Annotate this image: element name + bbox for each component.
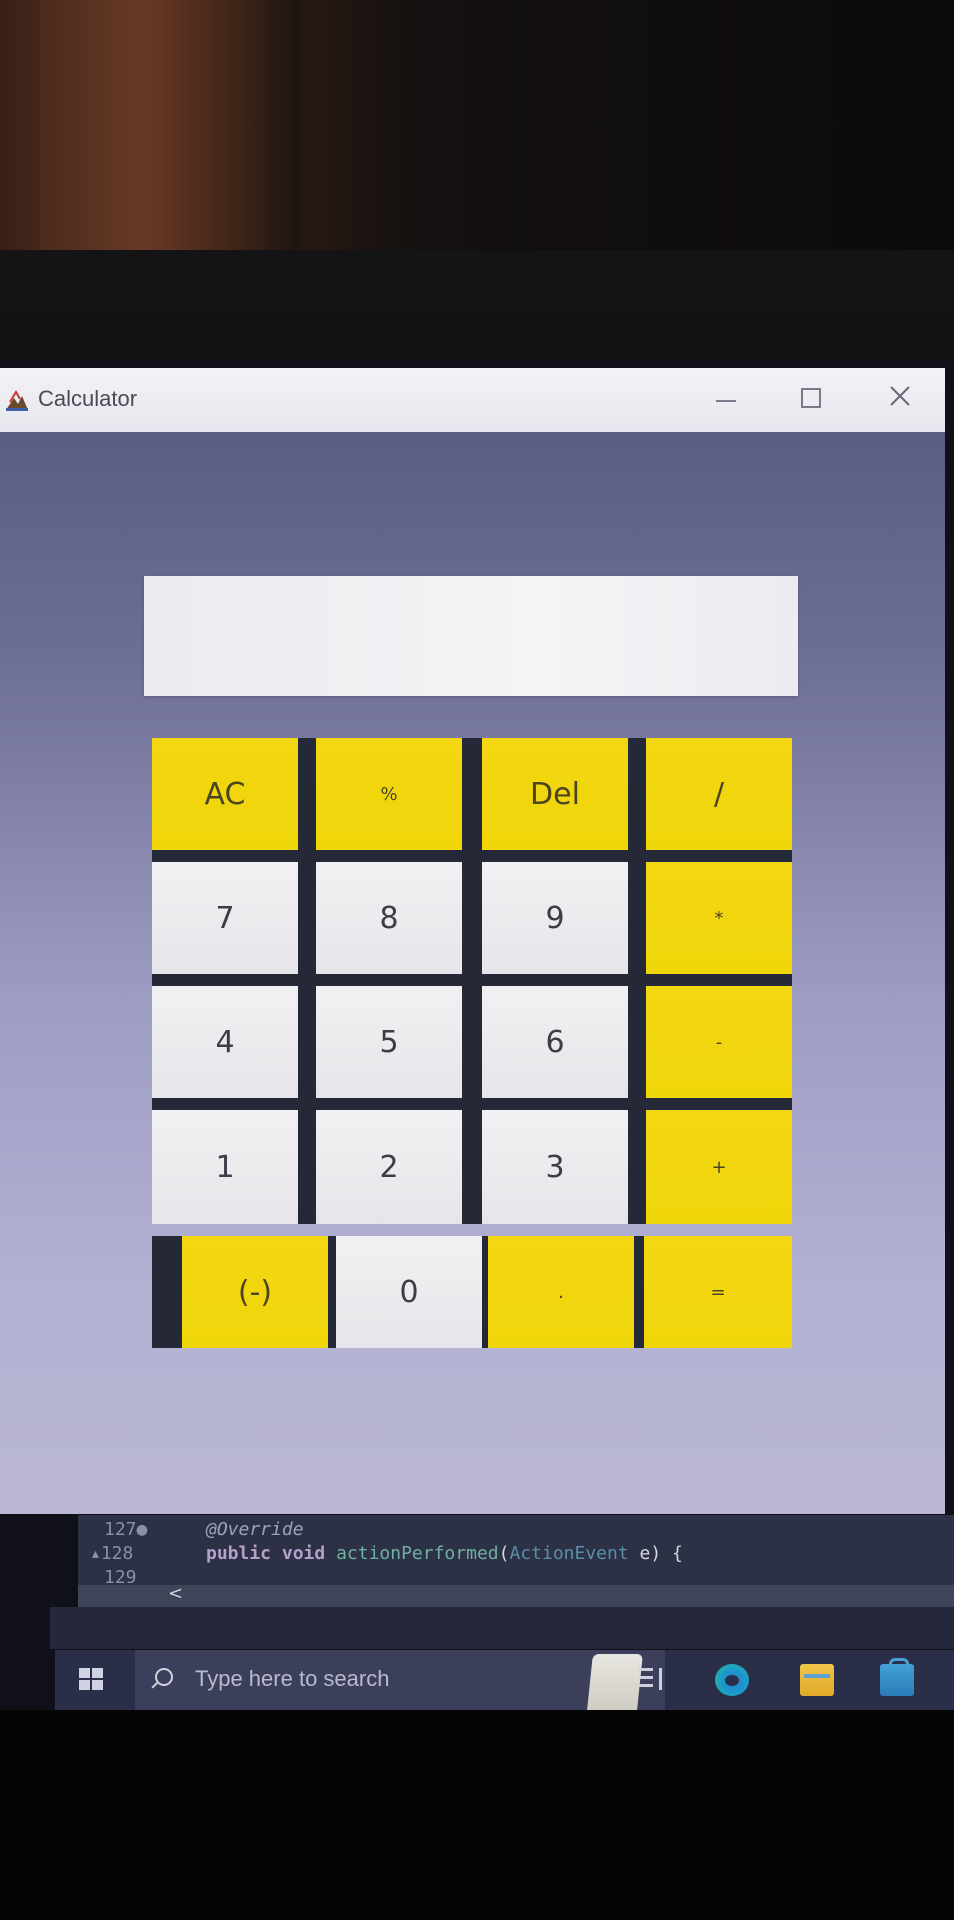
key-divide[interactable]: /: [646, 738, 792, 850]
breakpoint-icon: ●: [136, 1519, 148, 1540]
keypad-bottom-row: (-) 0 . =: [152, 1236, 792, 1348]
code-rest: e) {: [639, 1543, 683, 1564]
close-button[interactable]: [875, 376, 925, 416]
key-7[interactable]: 7: [152, 862, 298, 974]
key-2[interactable]: 2: [316, 1110, 462, 1224]
line-number: 129: [104, 1567, 137, 1583]
key-1[interactable]: 1: [152, 1110, 298, 1224]
search-icon: [155, 1668, 173, 1686]
store-icon[interactable]: [880, 1658, 914, 1696]
window-title: Calculator: [38, 386, 138, 411]
fold-icon: ▴: [90, 1543, 101, 1564]
edge-browser-icon[interactable]: [715, 1664, 749, 1696]
file-explorer-icon[interactable]: [800, 1664, 834, 1696]
search-placeholder: Type here to search: [195, 1666, 390, 1691]
horizontal-scrollbar[interactable]: <: [78, 1583, 954, 1607]
key-equals[interactable]: =: [644, 1236, 792, 1348]
scroll-left-arrow-icon[interactable]: <: [168, 1583, 183, 1604]
key-ac[interactable]: AC: [152, 738, 298, 850]
calculator-window: Calculator AC % Del / 7 8 9 * 4 5 6 - 1 …: [0, 368, 945, 1514]
key-3[interactable]: 3: [482, 1110, 628, 1224]
java-app-icon: [6, 390, 28, 411]
key-6[interactable]: 6: [482, 986, 628, 1098]
code-param-type: ActionEvent: [509, 1543, 629, 1564]
taskbar-search[interactable]: Type here to search: [135, 1650, 665, 1710]
line-number: 127: [104, 1519, 137, 1540]
code-method-signature: public void actionPerformed(ActionEvent …: [206, 1543, 683, 1564]
key-4[interactable]: 4: [152, 986, 298, 1098]
code-method-name: actionPerformed: [336, 1543, 499, 1564]
key-5[interactable]: 5: [316, 986, 462, 1098]
taskbar: Type here to search: [55, 1650, 954, 1710]
line-number: 128: [100, 1543, 134, 1564]
code-keyword: public void: [206, 1543, 326, 1564]
close-icon: [890, 386, 910, 406]
key-multiply[interactable]: *: [646, 862, 792, 974]
code-editor: 127● @Override ▴128 public void actionPe…: [78, 1515, 954, 1607]
background-curtain: [40, 0, 300, 260]
background-room: [0, 0, 954, 270]
key-0[interactable]: 0: [336, 1236, 482, 1348]
minimize-button[interactable]: [700, 376, 750, 416]
keypad: AC % Del / 7 8 9 * 4 5 6 - 1 2 3 +: [152, 738, 792, 1224]
maximize-icon: [801, 388, 821, 408]
key-percent[interactable]: %: [316, 738, 462, 850]
editor-bottom-strip: [50, 1607, 954, 1649]
windows-start-icon[interactable]: [79, 1668, 105, 1692]
desk-area: [0, 1710, 954, 1920]
key-8[interactable]: 8: [316, 862, 462, 974]
key-delete[interactable]: Del: [482, 738, 628, 850]
calculator-display[interactable]: [144, 576, 798, 696]
maximize-button[interactable]: [785, 376, 835, 416]
minimize-icon: [716, 400, 736, 402]
task-view-icon[interactable]: [635, 1664, 669, 1696]
title-bar[interactable]: Calculator: [0, 368, 945, 432]
key-add[interactable]: +: [646, 1110, 792, 1224]
code-annotation: @Override: [206, 1519, 304, 1540]
key-9[interactable]: 9: [482, 862, 628, 974]
key-subtract[interactable]: -: [646, 986, 792, 1098]
key-decimal[interactable]: .: [488, 1236, 634, 1348]
key-negate[interactable]: (-): [182, 1236, 328, 1348]
